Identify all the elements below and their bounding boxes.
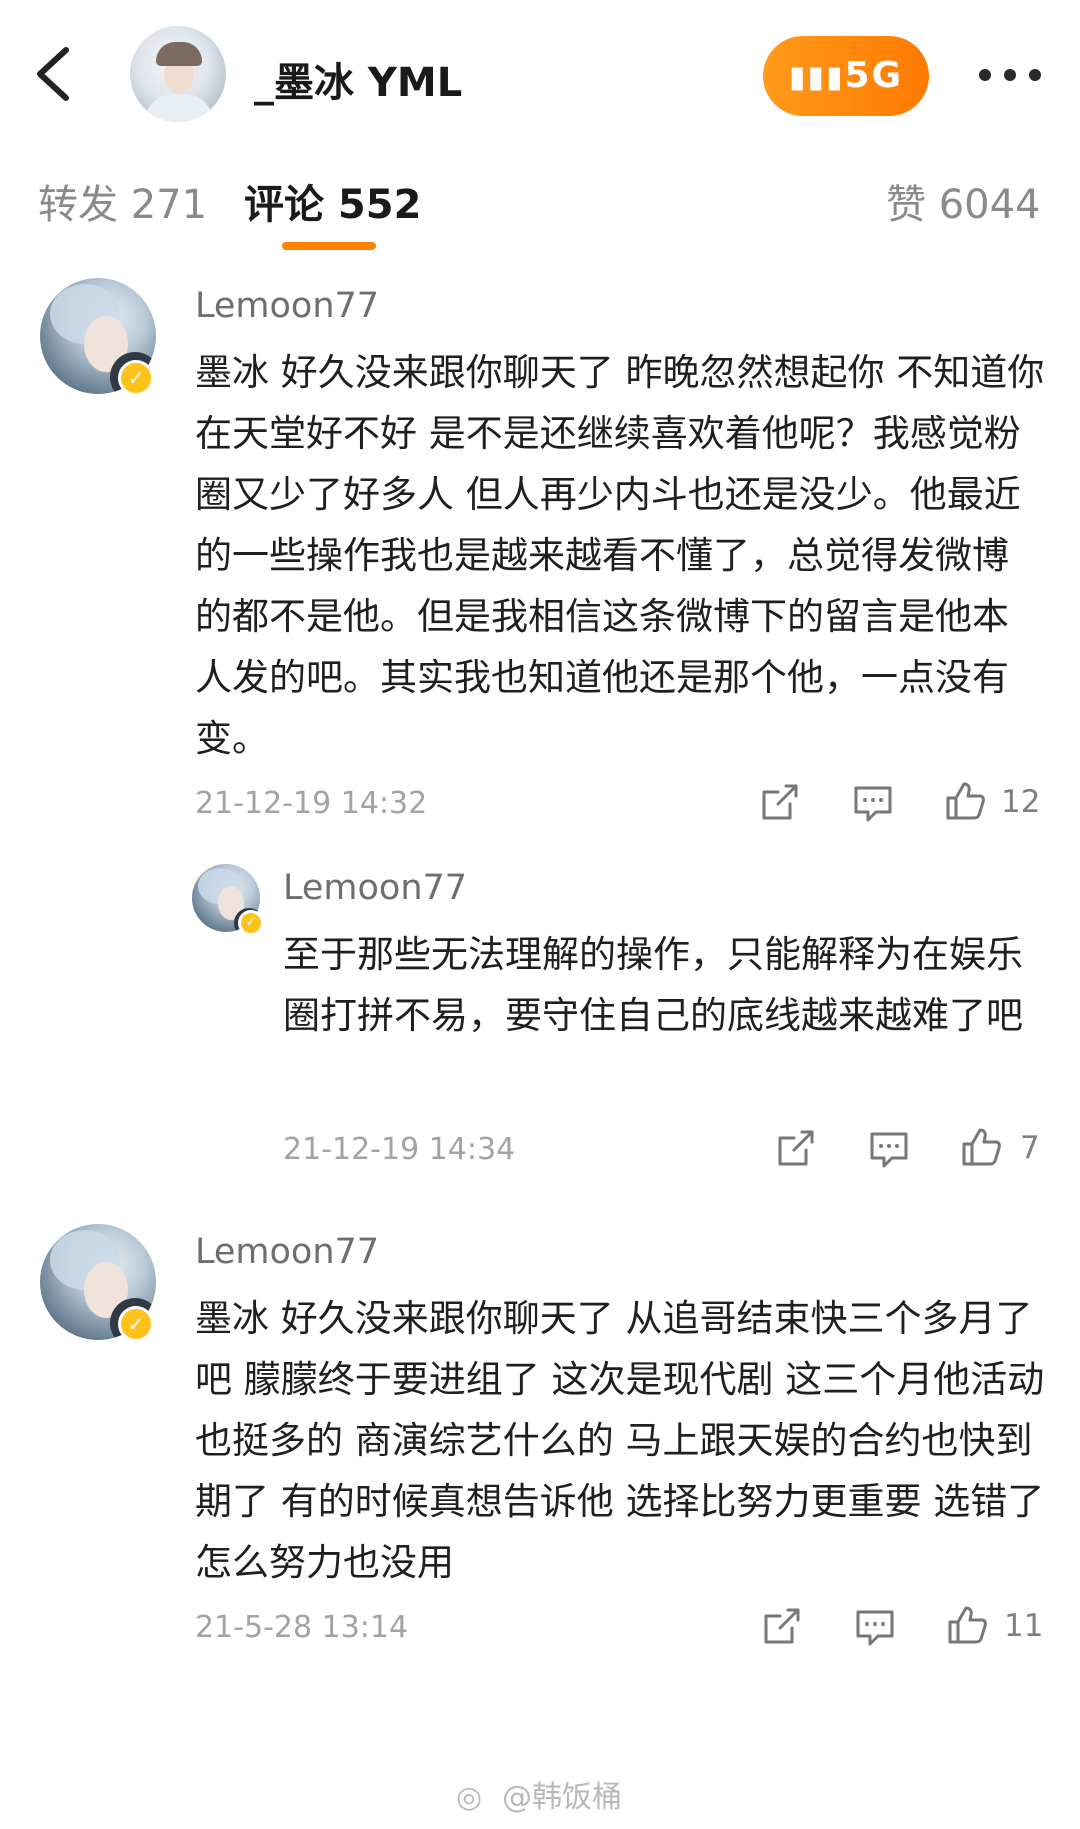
- tab-repost[interactable]: 转发 271: [38, 172, 207, 230]
- reply-icon[interactable]: [868, 1128, 910, 1170]
- weibo-logo-icon: ◎: [456, 1780, 483, 1815]
- more-dot: [1029, 69, 1041, 81]
- comment-text: 至于那些无法理解的操作，只能解释为在娱乐圈打拼不易，要守住自己的底线越来越难了吧: [283, 933, 1023, 1037]
- like-count: 12: [1001, 784, 1041, 820]
- like-count: 11: [1004, 1608, 1044, 1644]
- back-button[interactable]: [28, 42, 84, 106]
- active-tab-indicator: [282, 242, 376, 250]
- comment-username[interactable]: Lemoon77: [283, 868, 467, 908]
- avatar-shirt: [144, 94, 214, 122]
- more-dot: [1004, 69, 1016, 81]
- like-icon[interactable]: [960, 1126, 1002, 1168]
- top-bar: _墨冰 YML ▮▮▮5G: [0, 0, 1080, 150]
- share-icon[interactable]: [774, 1128, 816, 1170]
- network-5g-badge[interactable]: ▮▮▮5G: [763, 36, 929, 116]
- like-icon[interactable]: [946, 1604, 988, 1646]
- tab-likes[interactable]: 赞 6044: [886, 172, 1041, 230]
- watermark: ◎ @韩饭桶: [456, 1772, 622, 1816]
- comment-username[interactable]: Lemoon77: [195, 286, 379, 326]
- share-icon[interactable]: [758, 782, 800, 824]
- chevron-left-icon: [37, 47, 69, 101]
- signal-bars-icon: ▮▮▮: [788, 60, 845, 95]
- comment-username[interactable]: Lemoon77: [195, 1232, 379, 1272]
- tab-comments[interactable]: 评论 552: [244, 172, 421, 230]
- comment-timestamp: 21-12-19 14:32: [195, 786, 428, 821]
- verified-badge-icon: ✓: [238, 910, 264, 936]
- more-button[interactable]: [975, 58, 1045, 92]
- page-title[interactable]: _墨冰 YML: [254, 50, 462, 108]
- like-icon[interactable]: [944, 780, 986, 822]
- network-badge-label: 5G: [844, 55, 904, 96]
- verified-badge-icon: ✓: [118, 1306, 154, 1342]
- comment-timestamp: 21-12-19 14:34: [283, 1132, 516, 1167]
- comment-text: 墨冰 好久没来跟你聊天了 昨晚忽然想起你 不知道你在天堂好不好 是不是还继续喜欢…: [195, 351, 1045, 760]
- comment-text: 墨冰 好久没来跟你聊天了 从追哥结束快三个多月了吧 朦朦终于要进组了 这次是现代…: [195, 1297, 1045, 1584]
- like-count: 7: [1020, 1130, 1040, 1166]
- share-icon[interactable]: [760, 1606, 802, 1648]
- header-avatar[interactable]: [130, 26, 226, 122]
- reply-icon[interactable]: [854, 1606, 896, 1648]
- avatar-hair: [156, 42, 202, 66]
- watermark-text: @韩饭桶: [502, 1780, 622, 1815]
- more-dots-icon: [979, 69, 991, 81]
- reply-icon[interactable]: [852, 782, 894, 824]
- comment-timestamp: 21-5-28 13:14: [195, 1610, 409, 1645]
- verified-badge-icon: ✓: [118, 360, 154, 396]
